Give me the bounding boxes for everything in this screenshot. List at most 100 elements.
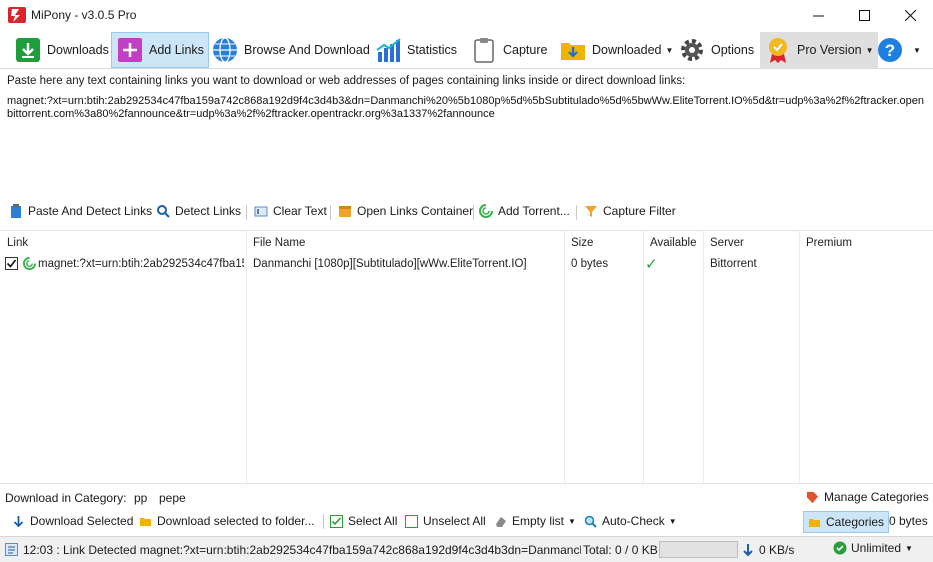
column-header-server[interactable]: Server xyxy=(710,237,744,249)
maximize-icon xyxy=(858,10,870,21)
row-file-name: Danmanchi [1080p][Subtitulado][wWw.Elite… xyxy=(253,258,527,270)
links-grid: Link File Name Size Available Server Pre… xyxy=(0,230,933,485)
categories-button[interactable]: Categories xyxy=(803,511,890,533)
manage-categories-button[interactable]: Manage Categories xyxy=(806,490,929,504)
clear-text-icon xyxy=(254,206,268,217)
capture-button[interactable]: Capture xyxy=(466,32,551,68)
download-selected-to-folder-button[interactable]: Download selected to folder... xyxy=(139,514,314,528)
column-header-link[interactable]: Link xyxy=(7,237,28,249)
statistics-button[interactable]: Statistics xyxy=(370,32,461,68)
speed-limit-label: Unlimited xyxy=(851,541,902,555)
options-button[interactable]: Options xyxy=(674,32,758,68)
capture-filter-button[interactable]: Capture Filter xyxy=(584,204,676,218)
add-links-button[interactable]: Add Links xyxy=(111,32,209,68)
empty-list-button[interactable]: Empty list ▼ xyxy=(494,514,576,528)
separator xyxy=(576,205,577,220)
filter-icon xyxy=(585,206,597,217)
unselect-all-label: Unselect All xyxy=(423,514,486,528)
downloaded-button[interactable]: Downloaded ▼ xyxy=(555,32,677,68)
bottom-actions-bar: Download Selected Download selected to f… xyxy=(0,510,933,534)
add-torrent-button[interactable]: Add Torrent... xyxy=(479,204,570,218)
checkbox-checked-icon xyxy=(330,514,343,528)
select-all-label: Select All xyxy=(348,514,398,528)
speed-limit-icon xyxy=(833,541,847,555)
available-check-icon: ✓ xyxy=(645,256,658,273)
auto-check-label: Auto-Check xyxy=(602,514,665,528)
clear-text-button[interactable]: Clear Text xyxy=(254,204,327,218)
download-selected-button[interactable]: Download Selected xyxy=(12,514,133,528)
column-header-file-name[interactable]: File Name xyxy=(253,237,305,249)
pro-version-label: Pro Version xyxy=(797,43,862,57)
manage-categories-label: Manage Categories xyxy=(824,490,929,504)
link-actions-bar: Paste And Detect Links Detect Links Clea… xyxy=(0,201,933,223)
magnifier-icon xyxy=(584,515,597,528)
category-label: Download in Category: xyxy=(5,491,127,505)
chevron-down-icon: ▼ xyxy=(668,516,677,526)
select-all-button[interactable]: Select All xyxy=(330,514,397,528)
category-bar: Download in Category: pp pepe Manage Cat… xyxy=(0,487,933,509)
unselect-all-button[interactable]: Unselect All xyxy=(405,514,486,528)
paste-and-detect-links-button[interactable]: Paste And Detect Links xyxy=(9,204,152,218)
folder-download-icon xyxy=(561,43,585,60)
status-message: 12:03 : Link Detected magnet:?xt=urn:bti… xyxy=(23,543,581,557)
row-server: Bittorrent xyxy=(710,258,757,270)
title-bar: MiPony - v3.0.5 Pro xyxy=(0,0,933,31)
column-header-size[interactable]: Size xyxy=(571,237,593,249)
maximize-button[interactable] xyxy=(841,0,887,31)
download-arrow-icon xyxy=(13,515,24,527)
close-button[interactable] xyxy=(887,0,933,31)
pro-version-button[interactable]: Pro Version ▼ xyxy=(760,32,878,68)
separator xyxy=(323,514,324,529)
main-toolbar: Downloads Add Links Browse And Download … xyxy=(0,31,933,69)
window-title: MiPony - v3.0.5 Pro xyxy=(31,8,137,22)
log-icon xyxy=(5,543,18,556)
categories-label: Categories xyxy=(826,515,885,529)
column-divider xyxy=(643,231,644,485)
progress-bar xyxy=(659,541,738,558)
clipboard-icon xyxy=(474,38,494,63)
download-speed: 0 KB/s xyxy=(759,543,795,557)
category-option-pepe[interactable]: pepe xyxy=(159,491,186,505)
folder-icon xyxy=(809,518,820,527)
gear-icon xyxy=(681,39,703,61)
downloads-label: Downloads xyxy=(47,43,109,57)
container-icon xyxy=(339,206,351,217)
add-links-label: Add Links xyxy=(149,43,204,57)
column-divider xyxy=(703,231,704,485)
downloaded-label: Downloaded xyxy=(592,43,662,57)
speed-limit-button[interactable]: Unlimited ▼ xyxy=(833,541,913,555)
checkbox-empty-icon xyxy=(405,514,418,528)
category-option-pp[interactable]: pp xyxy=(134,491,147,505)
help-button[interactable]: ? ▼ xyxy=(872,32,925,68)
downloads-button[interactable]: Downloads xyxy=(10,32,113,68)
medal-icon xyxy=(769,38,787,63)
eraser-icon xyxy=(496,516,506,527)
row-size: 0 bytes xyxy=(571,258,609,270)
chevron-down-icon: ▼ xyxy=(568,516,576,526)
column-header-premium[interactable]: Premium xyxy=(806,237,852,249)
row-checkbox[interactable] xyxy=(5,257,18,270)
separator xyxy=(330,205,331,220)
tag-icon xyxy=(806,491,819,503)
torrent-icon xyxy=(23,257,36,270)
column-divider xyxy=(564,231,565,485)
column-divider xyxy=(246,231,247,485)
svg-text:?: ? xyxy=(885,41,895,60)
auto-check-button[interactable]: Auto-Check ▼ xyxy=(584,514,677,528)
close-icon xyxy=(904,10,916,21)
capture-label: Capture xyxy=(503,43,548,57)
column-divider xyxy=(799,231,800,485)
clear-text-label: Clear Text xyxy=(273,204,327,218)
detect-links-label: Detect Links xyxy=(175,204,242,218)
column-header-available[interactable]: Available xyxy=(650,237,696,249)
minimize-button[interactable] xyxy=(795,0,841,31)
detect-links-button[interactable]: Detect Links xyxy=(156,204,241,218)
capture-filter-label: Capture Filter xyxy=(603,204,676,218)
browse-and-download-button[interactable]: Browse And Download xyxy=(207,32,374,68)
paste-icon xyxy=(11,204,21,218)
plus-icon xyxy=(118,38,142,62)
links-text-area[interactable]: magnet:?xt=urn:btih:2ab292534c47fba159a7… xyxy=(7,95,925,121)
selected-size-total: 0 bytes xyxy=(889,514,928,528)
open-links-container-button[interactable]: Open Links Container xyxy=(338,204,473,218)
download-speed-icon xyxy=(743,544,753,557)
